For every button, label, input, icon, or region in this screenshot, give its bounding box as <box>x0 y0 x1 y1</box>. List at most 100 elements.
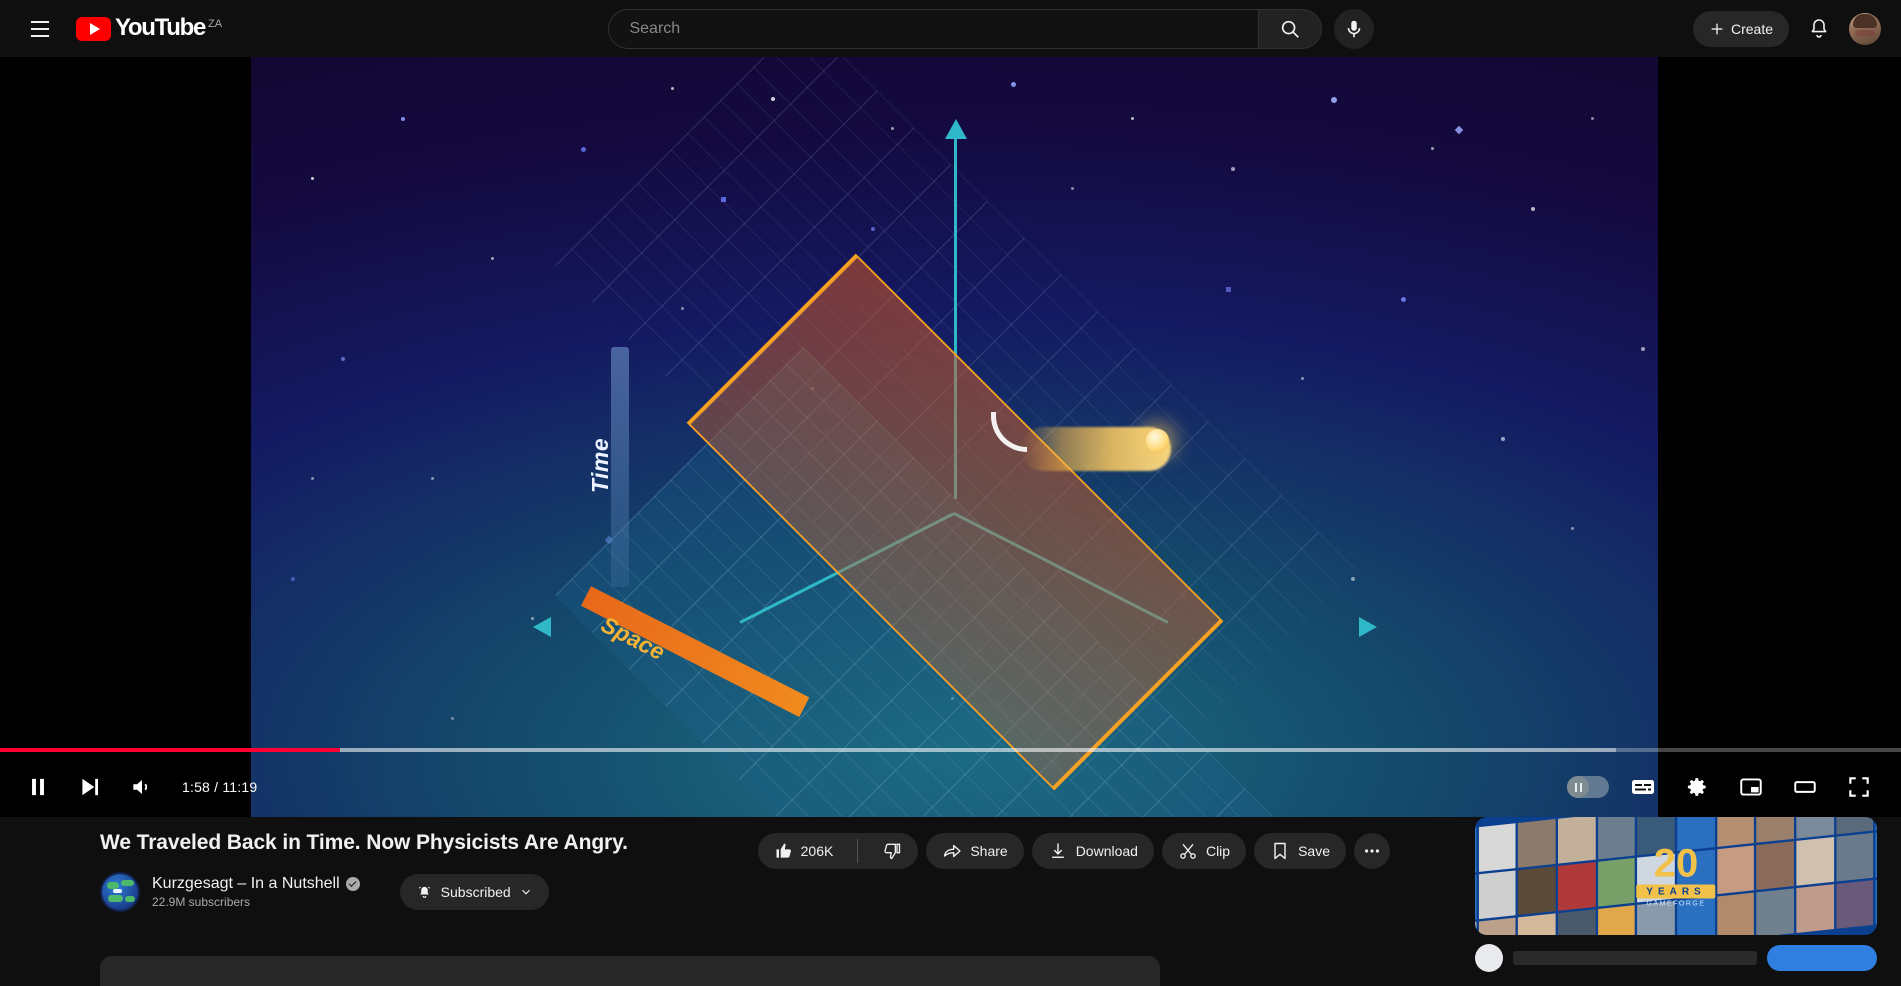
video-player[interactable]: Time Space 1:58 / 11:19 <box>0 57 1901 817</box>
fullscreen-button[interactable] <box>1835 763 1883 811</box>
channel-name: Kurzgesagt – In a Nutshell <box>152 875 340 892</box>
more-actions-button[interactable] <box>1354 833 1390 869</box>
progress-bar-zone[interactable] <box>0 743 1901 757</box>
description-box[interactable] <box>100 956 1160 986</box>
owner-row: Kurzgesagt – In a Nutshell 22.9M subscri… <box>100 871 1390 913</box>
secondary-column: 20 YEARS GAMEFORGE <box>1475 817 1877 972</box>
action-divider <box>857 839 859 863</box>
like-dislike-group: 206K <box>757 833 919 869</box>
clip-label: Clip <box>1205 843 1231 859</box>
microphone-icon <box>1348 20 1361 37</box>
below-player-section: We Traveled Back in Time. Now Physicists… <box>0 817 1901 986</box>
youtube-masthead: YouTube ZA Search Create <box>0 0 1901 57</box>
plus-icon <box>1711 23 1723 34</box>
space-axis-arrow-left <box>533 617 551 637</box>
search-box[interactable] <box>608 8 1259 49</box>
download-button[interactable]: Download <box>1031 833 1154 869</box>
channel-name-link[interactable]: Kurzgesagt – In a Nutshell <box>152 875 360 893</box>
thumbs-up-icon <box>776 843 791 858</box>
youtube-logo-text: YouTube <box>115 13 206 41</box>
save-label: Save <box>1298 843 1330 859</box>
magnifier-icon <box>1282 20 1300 38</box>
sidebar-ad-meta[interactable] <box>1475 943 1877 973</box>
youtube-play-icon <box>76 16 111 41</box>
player-controls-left: 1:58 / 11:19 <box>0 763 257 811</box>
download-label: Download <box>1075 843 1138 859</box>
fullscreen-icon <box>1849 777 1869 797</box>
share-button[interactable]: Share <box>926 833 1024 869</box>
save-button[interactable]: Save <box>1254 833 1346 869</box>
spacetime-diagram: Time Space <box>251 57 1658 817</box>
anniversary-badge: 20 YEARS GAMEFORGE <box>1636 841 1716 908</box>
clip-button[interactable]: Clip <box>1161 833 1247 869</box>
thumbs-down-icon <box>884 843 901 860</box>
channel-avatar[interactable] <box>100 872 140 912</box>
like-button[interactable]: 206K <box>758 833 850 869</box>
create-button-label: Create <box>1730 20 1773 37</box>
bookmark-icon <box>1274 842 1286 860</box>
ad-cta-button[interactable] <box>1767 945 1877 971</box>
masthead-right: Create <box>1692 9 1901 49</box>
play-pause-button[interactable] <box>14 763 62 811</box>
miniplayer-icon <box>1740 778 1762 796</box>
bell-icon <box>1811 18 1827 38</box>
ad-advertiser-avatar <box>1475 944 1503 972</box>
search-submit-button[interactable] <box>1258 8 1323 49</box>
create-button[interactable]: Create <box>1692 10 1789 47</box>
badge-brand: GAMEFORGE <box>1646 900 1706 908</box>
video-primary-info: We Traveled Back in Time. Now Physicists… <box>100 817 1390 913</box>
next-track-icon <box>82 778 99 796</box>
video-stage: Time Space <box>251 57 1658 817</box>
bell-ring-icon <box>418 886 430 898</box>
progress-bar[interactable] <box>0 748 1901 752</box>
autoplay-knob <box>1567 776 1589 798</box>
gear-icon <box>1687 778 1706 796</box>
volume-icon <box>133 779 148 795</box>
ad-title-placeholder <box>1513 951 1757 965</box>
sidebar-ad-thumbnail[interactable]: 20 YEARS GAMEFORGE <box>1475 817 1877 935</box>
subscriber-count: 22.9M subscribers <box>152 895 251 909</box>
badge-number: 20 <box>1653 841 1699 886</box>
masthead-left: YouTube ZA <box>0 9 290 49</box>
time-axis-label: Time <box>587 437 614 494</box>
search-input[interactable] <box>629 19 1259 38</box>
dislike-button[interactable] <box>866 833 918 869</box>
theater-mode-button[interactable] <box>1781 763 1829 811</box>
subscribed-button[interactable]: Subscribed <box>399 874 549 910</box>
next-video-button[interactable] <box>66 763 114 811</box>
subscribed-label: Subscribed <box>440 884 511 900</box>
player-controls-right <box>1567 763 1901 811</box>
voice-search-button[interactable] <box>1334 8 1375 49</box>
download-arrow-icon <box>1051 843 1064 858</box>
theater-mode-icon <box>1794 781 1816 793</box>
notifications-button[interactable] <box>1799 9 1839 49</box>
particle-head <box>1146 429 1169 452</box>
country-code: ZA <box>208 17 223 30</box>
space-axis-arrow-right <box>1359 617 1377 637</box>
scissors-icon <box>1180 843 1196 859</box>
subtitles-button[interactable] <box>1619 763 1667 811</box>
chevron-down-icon <box>521 889 530 895</box>
time-display: 1:58 / 11:19 <box>182 779 258 795</box>
more-horizontal-icon <box>1365 849 1379 853</box>
player-controls: 1:58 / 11:19 <box>0 757 1901 817</box>
miniplayer-button[interactable] <box>1727 763 1775 811</box>
hamburger-menu-icon[interactable] <box>20 9 60 49</box>
masthead-search-area <box>290 8 1693 49</box>
share-arrow-icon <box>944 844 961 858</box>
subtitles-icon <box>1632 780 1654 794</box>
avatar[interactable] <box>1849 12 1881 45</box>
volume-button[interactable] <box>118 763 166 811</box>
verified-badge-icon <box>345 877 360 891</box>
video-actions: 206K Share Download Clip Save <box>757 833 1390 869</box>
settings-button[interactable] <box>1673 763 1721 811</box>
share-label: Share <box>970 843 1008 859</box>
autoplay-toggle[interactable] <box>1567 776 1609 798</box>
youtube-logo[interactable]: YouTube ZA <box>76 13 223 41</box>
badge-number-row: 20 <box>1653 841 1699 886</box>
progress-played <box>0 748 341 752</box>
badge-years: YEARS <box>1636 884 1716 899</box>
pause-icon <box>32 778 44 796</box>
like-count: 206K <box>800 843 834 859</box>
channel-meta: Kurzgesagt – In a Nutshell 22.9M subscri… <box>152 875 360 909</box>
